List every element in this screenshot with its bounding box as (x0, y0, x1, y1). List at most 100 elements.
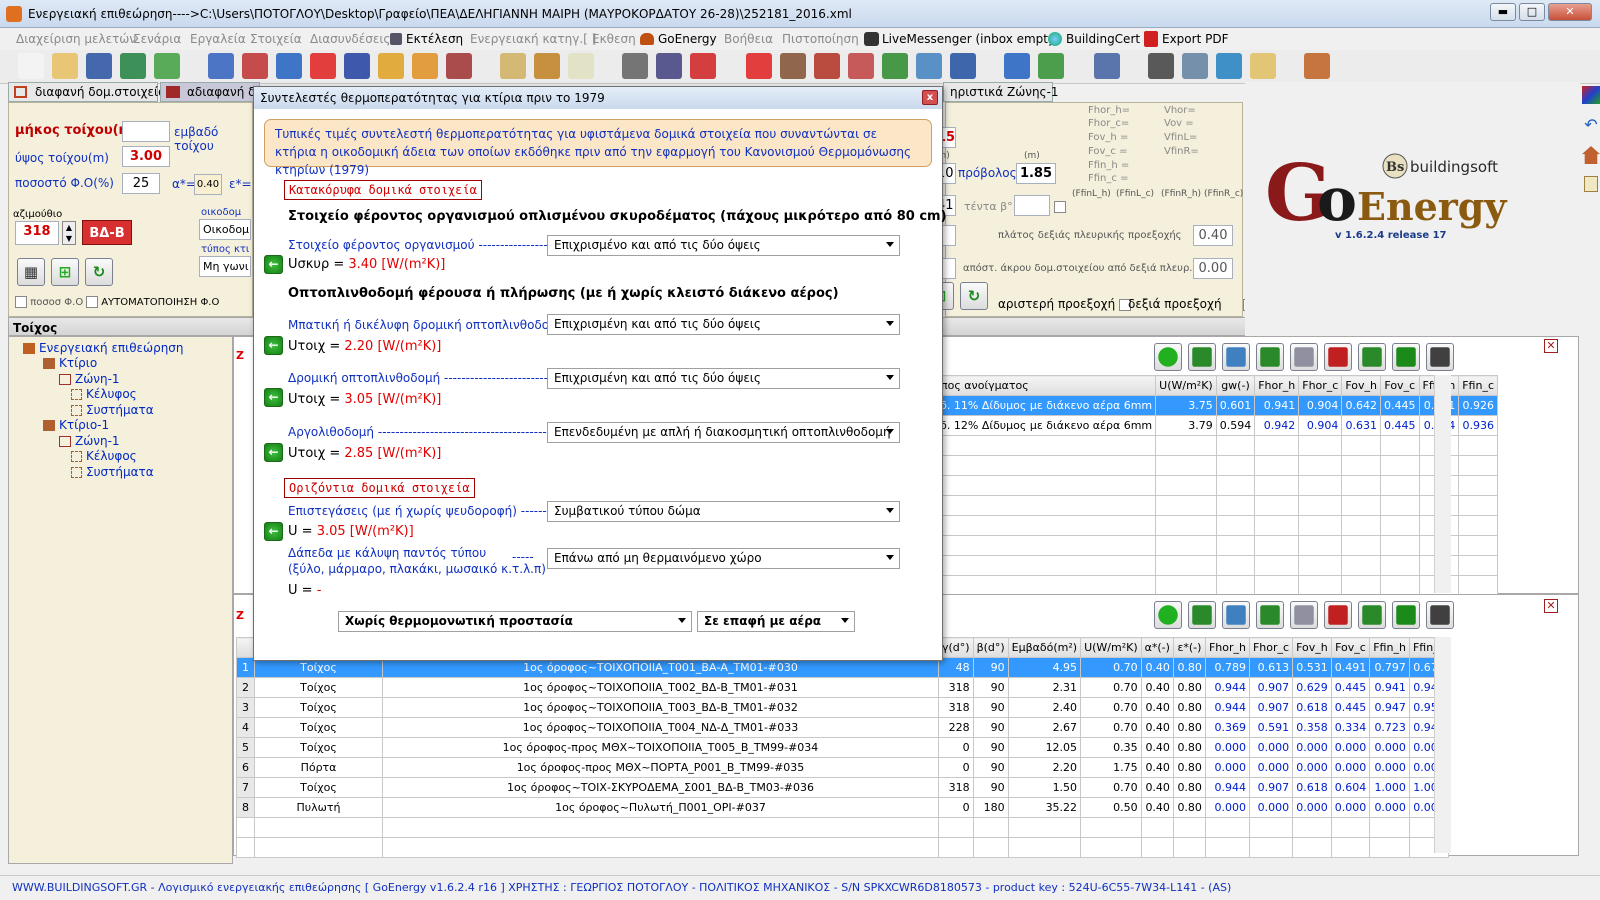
menu-item-ektelesi[interactable]: Εκτέλεση (406, 32, 463, 46)
column-header[interactable]: gw(-) (1215, 375, 1256, 396)
contact-select[interactable]: Σε επαφή με αέρα (697, 611, 855, 632)
mountain-button[interactable] (344, 53, 370, 79)
concrete-select[interactable]: Επιχρισμένο και από τις δύο όψεις (547, 235, 900, 256)
add-table-button[interactable] (1358, 601, 1386, 629)
apply-stone-button[interactable]: ← (264, 443, 283, 462)
tenta-checkbox[interactable] (1054, 201, 1066, 213)
brick-wall-button[interactable] (814, 53, 840, 79)
column-header[interactable]: Ffin_c (1458, 375, 1498, 396)
insulation-select[interactable]: Χωρίς θερμομονωτική προστασία (338, 611, 692, 632)
table-row[interactable]: 5 Τοίχος 1ος όροφος-προς ΜΘΧ~ΤΟΙΧΟΠΟΙΙΑ_Τ0… (236, 737, 1449, 758)
home-button[interactable] (1304, 53, 1330, 79)
table-row[interactable]: 7 Τοίχος 1ος όροφος~ΤΟΙΧ-ΣΚΥΡΟΔΕΜΑ_Σ001_ΒΔ… (236, 777, 1449, 798)
calculator-button[interactable] (622, 53, 648, 79)
right-distance-input[interactable]: 0.00 (1193, 258, 1233, 279)
tab-zone-characteristics[interactable]: ηριστικά Ζώνης-1 (943, 82, 1059, 102)
column-header[interactable]: τύπος ανοίγματος (923, 375, 1157, 396)
refresh-button[interactable] (1392, 601, 1420, 629)
tree-zone-1[interactable]: Ζώνη-1 (59, 372, 120, 386)
table-row[interactable]: 8 Πυλωτή 1ος όροφος~Πυλωτή_Π001_ΟΡΙ-#037 0 1… (236, 797, 1449, 818)
dialog-close-button[interactable]: x (922, 90, 938, 105)
tree-systems-1[interactable]: Συστήματα (71, 403, 154, 417)
right-width-input[interactable]: 0.40 (1193, 225, 1233, 246)
stop-button[interactable] (746, 53, 772, 79)
percent-checkbox-row[interactable]: ποσοσ Φ.Ο (15, 296, 83, 308)
side-cube-icon[interactable] (1582, 86, 1600, 104)
left-projection-row[interactable]: αριστερή προεξοχή (998, 297, 1132, 311)
refresh-button-right[interactable]: ↻ (960, 282, 988, 310)
table-row[interactable]: Θ.δ. 12% Δίδυμος με διάκενο αέρα 6mm 3.79… (923, 415, 1498, 436)
auto-checkbox[interactable] (86, 296, 98, 308)
percent-checkbox[interactable] (15, 296, 27, 308)
globe-refresh-button[interactable] (154, 53, 180, 79)
apply-brick-double-button[interactable]: ← (264, 336, 283, 355)
column-header[interactable]: Fov_h (1292, 637, 1332, 658)
column-header[interactable]: Fov_h (1341, 375, 1382, 396)
maximize-button[interactable]: □ (1519, 3, 1545, 21)
menu-item-senaria[interactable]: Σενάρια (133, 32, 181, 46)
mail-button[interactable] (1250, 53, 1276, 79)
right-projection-row[interactable]: δεξιά προεξοχή (1128, 297, 1256, 311)
tree-envelope-1[interactable]: Κέλυφος (71, 387, 137, 401)
tab-opaque-elements[interactable]: αδιαφανή δ (160, 82, 260, 102)
undo-button[interactable] (276, 53, 302, 79)
apply-concrete-button[interactable]: ← (264, 255, 283, 274)
menu-item-stoixeia[interactable]: Στοιχεία (250, 32, 302, 46)
save-as-button[interactable] (120, 53, 146, 79)
internet-button[interactable] (1216, 53, 1242, 79)
tab-transparent-elements[interactable]: διαφανή δομ.στοιχεία (8, 82, 166, 102)
calculator-button[interactable] (1426, 343, 1454, 371)
azimuth-spinner[interactable]: ▲ ▼ (62, 221, 76, 245)
table-row[interactable]: 4 Τοίχος 1ος όροφος~ΤΟΙΧΟΠΟΙΙΑ_Τ004_ΝΔ-Δ_Τ… (236, 717, 1449, 738)
tool-button[interactable] (1256, 601, 1284, 629)
add-table-button[interactable] (1358, 343, 1386, 371)
save-button[interactable] (1290, 343, 1318, 371)
color-blocks-button[interactable] (310, 53, 336, 79)
save-button[interactable] (1290, 601, 1318, 629)
calculator-button[interactable] (1426, 601, 1454, 629)
import-button[interactable] (208, 53, 234, 79)
chart-button[interactable] (848, 53, 874, 79)
open-folder-button[interactable] (52, 53, 78, 79)
green-dot-button[interactable] (1154, 343, 1182, 371)
tree-envelope-2[interactable]: Κέλυφος (71, 449, 137, 463)
column-header[interactable]: γ(d°) (938, 637, 974, 658)
menu-item-export-pdf[interactable]: Export PDF (1162, 32, 1228, 46)
menu-item-goenergy[interactable]: GoEnergy (658, 32, 717, 46)
menu-item-ekthesi[interactable]: Εκθεση (592, 32, 636, 46)
construction-select[interactable]: Οικοδομ (199, 219, 251, 240)
menu-item-diasyndeseis[interactable]: Διασυνδέσεις (310, 32, 390, 46)
column-header[interactable]: ε*(-) (1172, 637, 1206, 658)
window-percent-input[interactable]: 25 (122, 173, 160, 194)
tree-systems-2[interactable]: Συστήματα (71, 465, 154, 479)
side-undo-icon[interactable]: ↶ (1582, 116, 1600, 134)
column-header[interactable]: U(W/m²K) (1080, 637, 1142, 658)
close-panel-icon[interactable]: ✕ (1544, 339, 1558, 353)
column-header[interactable]: Ffin_h (1369, 637, 1410, 658)
door-button[interactable] (780, 53, 806, 79)
notes-help-button[interactable] (1038, 53, 1064, 79)
wall-type-select[interactable]: Μη γωνι (199, 256, 251, 277)
side-document-icon[interactable] (1584, 176, 1598, 192)
tool-button[interactable] (1256, 343, 1284, 371)
column-header[interactable]: α*(-) (1140, 637, 1174, 658)
tenta-input[interactable] (1014, 195, 1050, 216)
table-row[interactable]: Θ.δ. 11% Δίδυμος με διάκενο αέρα 6mm 3.75… (923, 395, 1498, 416)
apply-brick-single-button[interactable]: ← (264, 388, 283, 407)
list-edit-button[interactable] (1188, 343, 1216, 371)
side-home-icon[interactable] (1582, 146, 1600, 164)
menu-item-meletes[interactable]: Διαχείριση μελετών (16, 32, 136, 46)
tree-root[interactable]: Ενεργειακή επιθεώρηση (23, 341, 184, 355)
refresh-button[interactable] (1392, 343, 1420, 371)
arrow-left-button[interactable] (412, 53, 438, 79)
help-button[interactable] (1004, 53, 1030, 79)
ruler-button[interactable] (1094, 53, 1120, 79)
walls-scrollbar[interactable] (1434, 637, 1451, 853)
add-table-button[interactable]: ⊞ (51, 258, 79, 286)
column-header[interactable]: β(d°) (972, 637, 1009, 658)
table-edit-button[interactable] (656, 53, 682, 79)
house-edit-button[interactable] (534, 53, 560, 79)
alpha-input[interactable]: 0.40 (194, 174, 222, 195)
close-panel-icon[interactable]: ✕ (1544, 599, 1558, 613)
auto-checkbox-row[interactable]: ΑΥΤΟΜΑΤΟΠΟΙΗΣΗ Φ.Ο (86, 296, 219, 308)
